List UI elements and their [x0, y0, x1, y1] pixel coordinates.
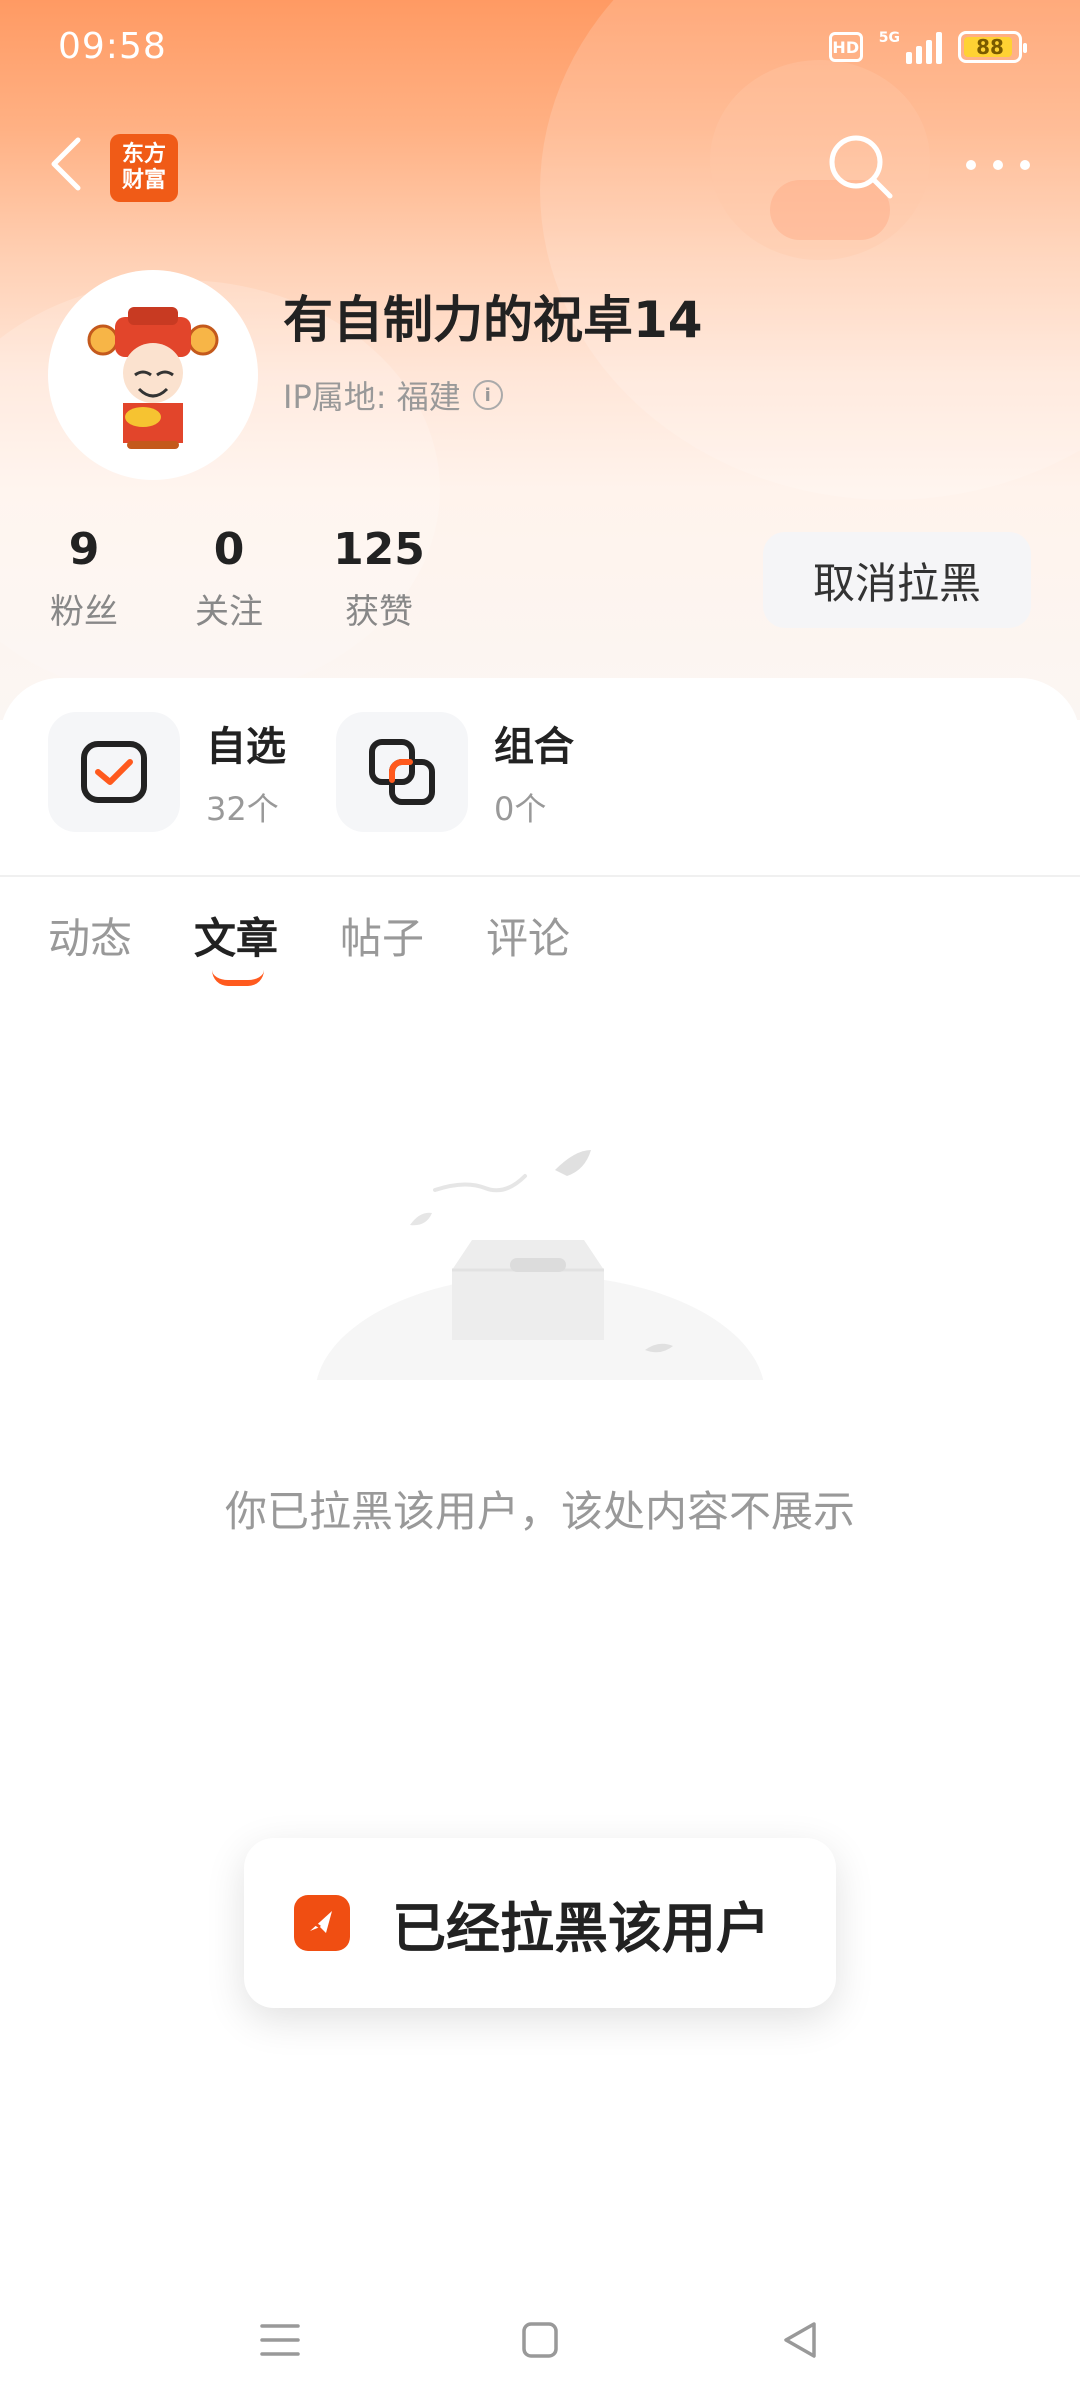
feature-portfolio[interactable]: 组合 0个: [336, 712, 574, 832]
app-brand-icon: [294, 1895, 350, 1951]
battery-icon: 88: [958, 31, 1027, 63]
more-dot-icon: [966, 160, 976, 170]
back-triangle-icon: [784, 2322, 816, 2358]
ip-location-label: IP属地: 福建: [283, 378, 461, 416]
empty-box-illustration: [315, 1150, 765, 1400]
tab-posts[interactable]: 帖子: [340, 905, 424, 986]
stat-followers[interactable]: 9 粉丝: [44, 522, 124, 633]
stat-following[interactable]: 0 关注: [189, 522, 269, 633]
search-icon: [829, 135, 893, 199]
tab-comments[interactable]: 评论: [486, 905, 570, 986]
avatar-god-of-wealth-icon: [87, 307, 219, 449]
watchlist-check-icon: [81, 741, 147, 803]
menu-icon: [260, 2324, 300, 2356]
profile-stats: 9 粉丝 0 关注 125 获赞: [44, 522, 429, 633]
empty-state-message: 你已拉黑该用户，该处内容不展示: [224, 1487, 855, 1536]
avatar[interactable]: [48, 270, 258, 480]
status-time: 09:58: [58, 26, 167, 67]
hd-icon: HD: [828, 32, 863, 62]
ip-location: IP属地: 福建 i: [283, 372, 503, 418]
unblock-button[interactable]: 取消拉黑: [763, 532, 1031, 628]
divider: [0, 875, 1080, 877]
more-dot-icon: [993, 160, 1003, 170]
home-nav-button[interactable]: [510, 2310, 570, 2370]
chevron-left-icon: [51, 137, 81, 191]
search-button[interactable]: [826, 132, 896, 202]
back-button[interactable]: [44, 134, 88, 194]
toast: 已经拉黑该用户: [244, 1838, 836, 2008]
home-square-icon: [522, 2322, 558, 2358]
info-icon[interactable]: i: [472, 380, 503, 410]
portfolio-icon: [369, 739, 435, 805]
more-dot-icon: [1020, 160, 1030, 170]
stat-likes[interactable]: 125 获赞: [329, 522, 429, 633]
system-nav-bar: [0, 2280, 1080, 2400]
more-button[interactable]: [966, 140, 1030, 190]
tab-dynamics[interactable]: 动态: [48, 905, 132, 986]
tab-articles[interactable]: 文章: [194, 905, 278, 986]
status-bar: 09:58 HD 5G 88: [0, 0, 1080, 100]
back-nav-button[interactable]: [770, 2310, 830, 2370]
username: 有自制力的祝卓14: [283, 291, 703, 349]
toast-message: 已经拉黑该用户: [392, 1896, 770, 1960]
feature-watchlist[interactable]: 自选 32个: [48, 712, 286, 832]
menu-nav-button[interactable]: [250, 2310, 310, 2370]
content-tabs: 动态 文章 帖子 评论: [48, 905, 570, 986]
signal-icon: 5G: [879, 30, 942, 64]
app-logo: 东方 财富: [110, 134, 178, 202]
